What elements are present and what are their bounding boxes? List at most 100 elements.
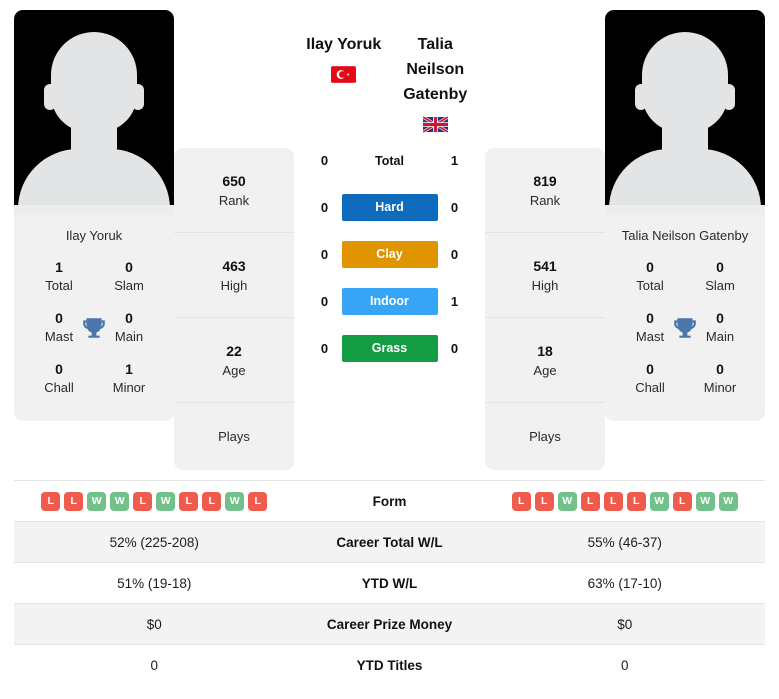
info-row-age: 18 Age — [485, 318, 605, 403]
stats-table: LLWWLWLLWL Form LLWLLLWLWW 52% (225-208)… — [14, 480, 765, 685]
form-badge-loss: L — [534, 491, 554, 511]
info-row-high: 541 High — [485, 233, 605, 318]
titles-row: 0 Total 0 Slam — [611, 252, 759, 303]
stat-label: Chall — [635, 380, 665, 395]
form-badge-loss: L — [179, 491, 199, 511]
h2h-row-total: 0 Total 1 — [298, 137, 481, 184]
form-badge-win: W — [87, 491, 107, 511]
form-badge-loss: L — [202, 491, 222, 511]
stat-label: Minor — [112, 380, 146, 395]
right-value: 0 — [620, 657, 629, 673]
form-badge-loss: L — [626, 491, 646, 511]
form-badge-win: W — [649, 491, 669, 511]
right-value: $0 — [617, 616, 633, 632]
right-value: 63% (17-10) — [587, 575, 662, 591]
info-label: High — [531, 277, 559, 293]
h2h-row-clay: 0 Clay 0 — [298, 231, 481, 278]
avatar-ear-left — [635, 84, 647, 110]
stat-value: 0 — [55, 361, 63, 377]
row-label: Career Prize Money — [326, 616, 453, 632]
info-label: Rank — [529, 192, 561, 208]
stat-value: 0 — [125, 259, 133, 275]
stat-minor: 1 Minor — [98, 360, 160, 397]
left-flag-wrap — [298, 57, 390, 87]
right-form-badges: LLWLLLWLWW — [489, 491, 762, 511]
h2h-right-score: 1 — [450, 294, 459, 309]
info-row-rank: 819 Rank — [485, 148, 605, 233]
table-row-career-total-wl: 52% (225-208) Career Total W/L 55% (46-3… — [14, 521, 765, 562]
stat-value: 0 — [716, 310, 724, 326]
stat-slam: 0 Slam — [98, 258, 160, 295]
turkey-flag-icon — [331, 66, 357, 83]
h2h-row-grass: 0 Grass 0 — [298, 325, 481, 372]
left-value: 0 — [150, 657, 158, 673]
stat-value: 0 — [646, 361, 654, 377]
stat-chall: 0 Chall — [619, 360, 681, 397]
stat-value: 0 — [716, 361, 724, 377]
titles-row: 1 Total 0 Slam — [20, 252, 168, 303]
info-label: Age — [222, 362, 246, 378]
info-value: 650 — [222, 172, 246, 189]
form-badge-loss: L — [133, 491, 153, 511]
info-value: 18 — [537, 342, 553, 359]
right-flag-wrap — [390, 107, 482, 137]
avatar-head — [642, 32, 728, 132]
form-badge-win: W — [156, 491, 176, 511]
right-card-player-name: Talia Neilson Gatenby — [621, 228, 749, 243]
trophy-icon — [674, 318, 696, 338]
info-row-rank: 650 Rank — [174, 148, 294, 233]
info-value: 22 — [226, 342, 242, 359]
right-player-name: Talia Neilson Gatenby — [403, 36, 468, 103]
table-row-ytd-titles: 0 YTD Titles 0 — [14, 644, 765, 685]
table-row-career-prize-money: $0 Career Prize Money $0 — [14, 603, 765, 644]
h2h-right-score: 0 — [450, 247, 459, 262]
left-form-cell: LLWWLWLLWL — [14, 486, 295, 517]
stat-label: Main — [114, 329, 144, 344]
form-badge-win: W — [695, 491, 715, 511]
avatar-ear-right — [132, 84, 144, 110]
left-player-card[interactable]: Ilay Yoruk 1 Total 0 Slam 0 Mast 0 Main … — [14, 10, 174, 421]
h2h-surface-badge-clay[interactable]: Clay — [341, 241, 438, 268]
h2h-surface-badge-hard[interactable]: Hard — [341, 194, 438, 221]
stat-label: Slam — [114, 278, 144, 293]
h2h-left-score: 0 — [320, 294, 329, 309]
left-form-badges: LLWWLWLLWL — [18, 491, 291, 511]
row-label: YTD W/L — [361, 575, 418, 591]
stat-label: Chall — [44, 380, 74, 395]
form-badge-loss: L — [64, 491, 84, 511]
info-value: 541 — [533, 257, 557, 274]
h2h-surface-badge-grass[interactable]: Grass — [341, 335, 438, 362]
left-value: $0 — [146, 616, 162, 632]
stat-slam: 0 Slam — [689, 258, 751, 295]
stat-label: Total — [45, 278, 73, 293]
right-titles-grid: 0 Total 0 Slam 0 Mast 0 Main 0 Chall 0 M… — [605, 252, 765, 421]
info-label: Rank — [218, 192, 250, 208]
left-value: 51% (19-18) — [117, 575, 192, 591]
right-form-cell: LLWLLLWLWW — [485, 486, 766, 517]
avatar-floor — [14, 205, 174, 215]
h2h-comparison-page: Ilay Yoruk 1 Total 0 Slam 0 Mast 0 Main … — [0, 0, 779, 699]
stat-label: Main — [705, 329, 735, 344]
left-player-photo — [14, 10, 174, 215]
right-value: 55% (46-37) — [587, 534, 662, 550]
form-badge-win: W — [718, 491, 738, 511]
titles-row: 0 Chall 1 Minor — [20, 354, 168, 405]
form-badge-loss: L — [41, 491, 61, 511]
avatar-head — [51, 32, 137, 132]
titles-row: 0 Chall 0 Minor — [611, 354, 759, 405]
stat-label: Minor — [703, 380, 737, 395]
info-label: Age — [533, 362, 557, 378]
info-value: 819 — [533, 172, 557, 189]
form-badge-win: W — [557, 491, 577, 511]
stat-label: Slam — [705, 278, 735, 293]
h2h-left-score: 0 — [320, 247, 329, 262]
left-info-panel: 650 Rank 463 High 22 Age Plays — [174, 148, 294, 470]
avatar-ear-left — [44, 84, 56, 110]
right-player-card[interactable]: Talia Neilson Gatenby 0 Total 0 Slam 0 M… — [605, 10, 765, 421]
form-badge-loss: L — [672, 491, 692, 511]
h2h-surface-badge-indoor[interactable]: Indoor — [341, 288, 438, 315]
stat-value: 0 — [716, 259, 724, 275]
stat-chall: 0 Chall — [28, 360, 90, 397]
h2h-surface-label: Total — [375, 153, 404, 168]
info-value: 463 — [222, 257, 246, 274]
